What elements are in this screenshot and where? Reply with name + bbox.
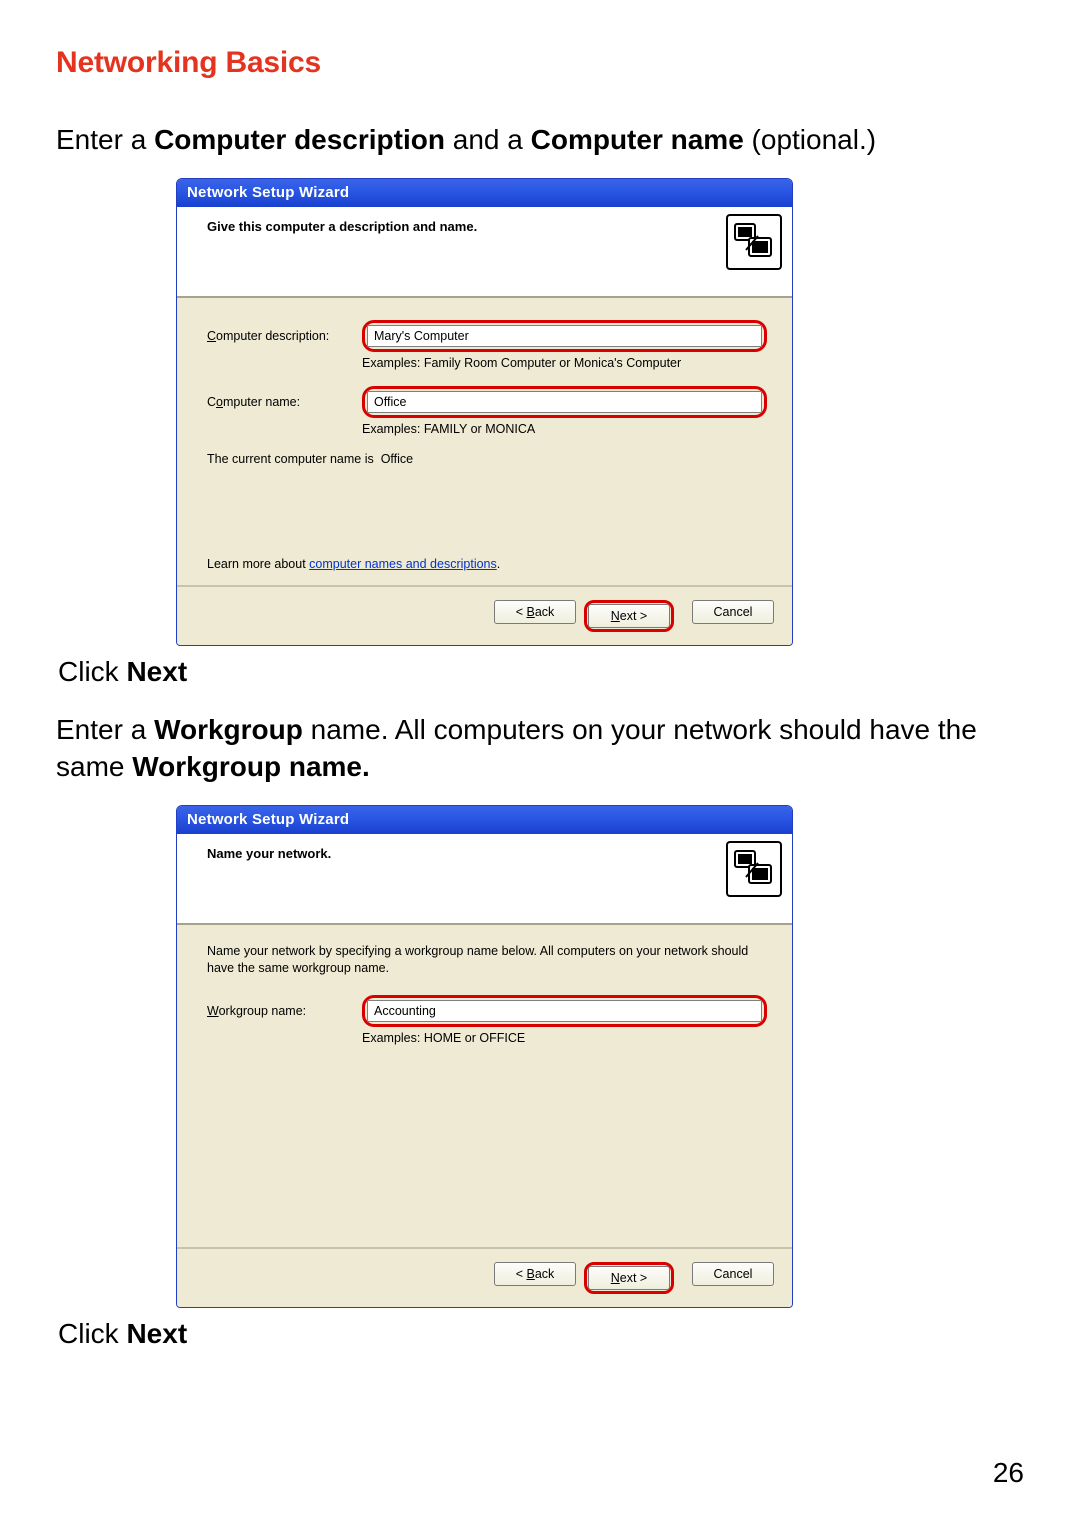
back-button[interactable]: < Back — [494, 600, 576, 624]
computer-description-example: Examples: Family Room Computer or Monica… — [362, 356, 767, 370]
click-next-2: Click Next — [58, 1318, 1024, 1350]
wizard-body: Name your network by specifying a workgr… — [177, 925, 792, 1247]
label-text: omputer description: — [216, 329, 329, 343]
hotkey: C — [207, 329, 216, 343]
computer-description-label: Computer description: — [207, 329, 362, 343]
learn-more: Learn more about computer names and desc… — [207, 557, 500, 571]
label-text: mputer name: — [223, 395, 300, 409]
instruction-2: Enter a Workgroup name. All computers on… — [56, 712, 1024, 785]
text: . — [497, 557, 500, 571]
computer-description-input[interactable] — [367, 325, 762, 347]
text: Enter a — [56, 124, 154, 155]
label-text: C — [207, 395, 216, 409]
workgroup-name-label: Workgroup name: — [207, 1004, 362, 1018]
window-title: Network Setup Wizard — [177, 179, 792, 207]
learn-more-link[interactable]: computer names and descriptions — [309, 557, 497, 571]
hotkey: W — [207, 1004, 219, 1018]
text-bold: Computer description — [154, 124, 445, 155]
button-label: < Back — [516, 1267, 555, 1281]
text-bold: Computer name — [531, 124, 744, 155]
page-number: 26 — [993, 1457, 1024, 1489]
current-name-value: Office — [381, 452, 413, 466]
text: and a — [445, 124, 531, 155]
text: Learn more about — [207, 557, 309, 571]
workgroup-name-input[interactable] — [367, 1000, 762, 1022]
wizard-intro-text: Name your network by specifying a workgr… — [207, 943, 767, 977]
workgroup-name-example: Examples: HOME or OFFICE — [362, 1031, 767, 1045]
text: The current computer name is — [207, 452, 377, 466]
cancel-button[interactable]: Cancel — [692, 600, 774, 624]
highlight-ring: Next > — [584, 600, 674, 632]
wizard-header-title: Name your network. — [207, 846, 722, 861]
wizard-body: Computer description: Examples: Family R… — [177, 298, 792, 585]
button-label: Next > — [611, 1271, 647, 1285]
text: Enter a — [56, 714, 154, 745]
next-button[interactable]: Next > — [588, 1266, 670, 1290]
highlight-ring — [362, 995, 767, 1027]
page-heading: Networking Basics — [56, 46, 1024, 80]
text-bold: Workgroup name. — [132, 751, 370, 782]
button-label: < Back — [516, 605, 555, 619]
wizard-header: Give this computer a description and nam… — [177, 207, 792, 298]
text: (optional.) — [744, 124, 876, 155]
wizard-header: Name your network. — [177, 834, 792, 925]
highlight-ring — [362, 386, 767, 418]
text: Click — [58, 1318, 126, 1349]
computers-icon — [726, 841, 782, 897]
network-setup-wizard-1: Network Setup Wizard Give this computer … — [176, 178, 793, 646]
cancel-button[interactable]: Cancel — [692, 1262, 774, 1286]
computer-name-example: Examples: FAMILY or MONICA — [362, 422, 767, 436]
wizard-header-title: Give this computer a description and nam… — [207, 219, 722, 234]
current-computer-name: The current computer name is Office — [207, 452, 767, 466]
text-bold: Next — [126, 656, 187, 687]
computer-name-label: Computer name: — [207, 395, 362, 409]
next-button[interactable]: Next > — [588, 604, 670, 628]
wizard-footer: < Back Next > Cancel — [177, 1247, 792, 1307]
text-bold: Next — [126, 1318, 187, 1349]
highlight-ring: Next > — [584, 1262, 674, 1294]
computers-icon — [726, 214, 782, 270]
computer-name-input[interactable] — [367, 391, 762, 413]
click-next-1: Click Next — [58, 656, 1024, 688]
network-setup-wizard-2: Network Setup Wizard Name your network. … — [176, 805, 793, 1308]
highlight-ring — [362, 320, 767, 352]
back-button[interactable]: < Back — [494, 1262, 576, 1286]
label-text: orkgroup name: — [219, 1004, 307, 1018]
window-title: Network Setup Wizard — [177, 806, 792, 834]
button-label: Next > — [611, 609, 647, 623]
instruction-1: Enter a Computer description and a Compu… — [56, 122, 1024, 158]
hotkey: o — [216, 395, 223, 409]
wizard-footer: < Back Next > Cancel — [177, 585, 792, 645]
text-bold: Workgroup — [154, 714, 303, 745]
text: Click — [58, 656, 126, 687]
